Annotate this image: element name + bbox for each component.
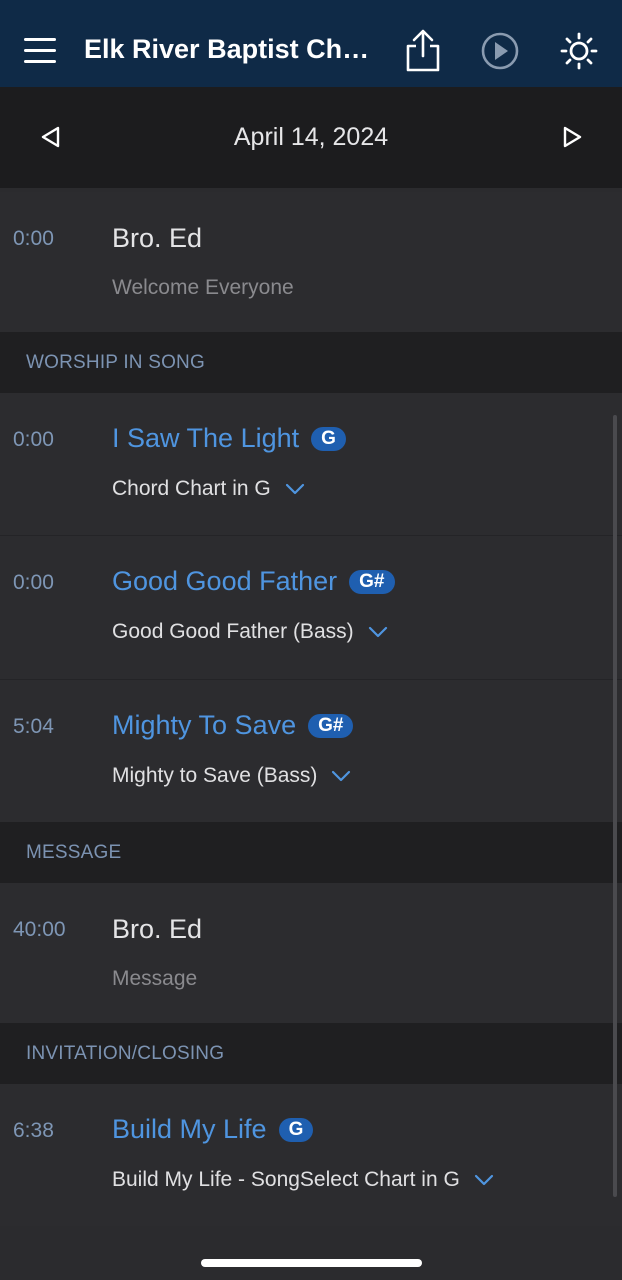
- song-title-text: Build My Life: [112, 1114, 267, 1144]
- song-item[interactable]: 0:00 Good Good Father G# Good Good Fathe…: [0, 536, 622, 679]
- date-bar: April 14, 2024: [0, 87, 622, 188]
- play-icon[interactable]: [477, 28, 521, 74]
- service-date: April 14, 2024: [233, 123, 389, 151]
- arrangement-dropdown[interactable]: Build My Life - SongSelect Chart in G: [112, 1168, 494, 1192]
- song-item[interactable]: 5:04 Mighty To Save G# Mighty to Save (B…: [0, 680, 622, 822]
- song-title[interactable]: I Saw The Light G: [112, 423, 346, 454]
- arrangement-label: Chord Chart in G: [112, 477, 271, 500]
- arrangement-label: Good Good Father (Bass): [112, 620, 354, 643]
- arrangement-dropdown[interactable]: Mighty to Save (Bass): [112, 764, 351, 788]
- brightness-icon[interactable]: [557, 28, 601, 74]
- song-title-text: Good Good Father: [112, 566, 338, 596]
- list-item[interactable]: 40:00 Bro. Ed Message: [0, 883, 622, 1023]
- section-header: INVITATION/CLOSING: [0, 1023, 622, 1084]
- arrangement-label: Build My Life - SongSelect Chart in G: [112, 1168, 460, 1191]
- item-time: 5:04: [13, 715, 54, 738]
- chevron-down-icon: [368, 626, 387, 638]
- bottom-safe-area: [0, 1226, 622, 1280]
- key-badge: G#: [308, 713, 354, 738]
- app-bar: Elk River Baptist Chur...: [0, 0, 622, 87]
- next-icon[interactable]: [558, 123, 586, 151]
- item-description: Message: [112, 967, 198, 990]
- section-header: WORSHIP IN SONG: [0, 332, 622, 393]
- item-name: Bro. Ed: [112, 914, 203, 944]
- song-item[interactable]: 6:38 Build My Life G Build My Life - Son…: [0, 1084, 622, 1226]
- song-title[interactable]: Build My Life G: [112, 1114, 314, 1145]
- page-title: Elk River Baptist Chur...: [84, 34, 384, 64]
- arrangement-label: Mighty to Save (Bass): [112, 764, 318, 787]
- arrangement-dropdown[interactable]: Chord Chart in G: [112, 477, 305, 501]
- chevron-down-icon: [285, 483, 304, 495]
- chevron-down-icon: [332, 770, 351, 782]
- list-item[interactable]: 0:00 Bro. Ed Welcome Everyone: [0, 192, 622, 332]
- item-time: 0:00: [13, 428, 54, 451]
- item-description: Welcome Everyone: [112, 276, 294, 299]
- item-time: 0:00: [13, 227, 54, 250]
- item-time: 40:00: [13, 918, 66, 941]
- song-title[interactable]: Good Good Father G#: [112, 566, 395, 597]
- item-name: Bro. Ed: [112, 223, 203, 253]
- section-label: WORSHIP IN SONG: [26, 352, 205, 373]
- arrangement-dropdown[interactable]: Good Good Father (Bass): [112, 620, 388, 644]
- home-indicator[interactable]: [201, 1259, 422, 1267]
- item-time: 0:00: [13, 571, 54, 594]
- section-header: MESSAGE: [0, 822, 622, 883]
- share-icon[interactable]: [401, 28, 445, 74]
- song-title-text: I Saw The Light: [112, 423, 300, 453]
- chevron-down-icon: [474, 1174, 493, 1186]
- song-item[interactable]: 0:00 I Saw The Light G Chord Chart in G: [0, 393, 622, 535]
- section-label: MESSAGE: [26, 842, 122, 863]
- section-label: INVITATION/CLOSING: [26, 1043, 225, 1064]
- item-time: 6:38: [13, 1119, 54, 1142]
- key-badge: G#: [349, 569, 395, 594]
- menu-icon[interactable]: [24, 36, 56, 64]
- scrollbar[interactable]: [613, 415, 617, 1197]
- song-title[interactable]: Mighty To Save G#: [112, 710, 354, 741]
- key-badge: G: [278, 1117, 314, 1142]
- song-title-text: Mighty To Save: [112, 710, 297, 740]
- key-badge: G: [311, 426, 346, 451]
